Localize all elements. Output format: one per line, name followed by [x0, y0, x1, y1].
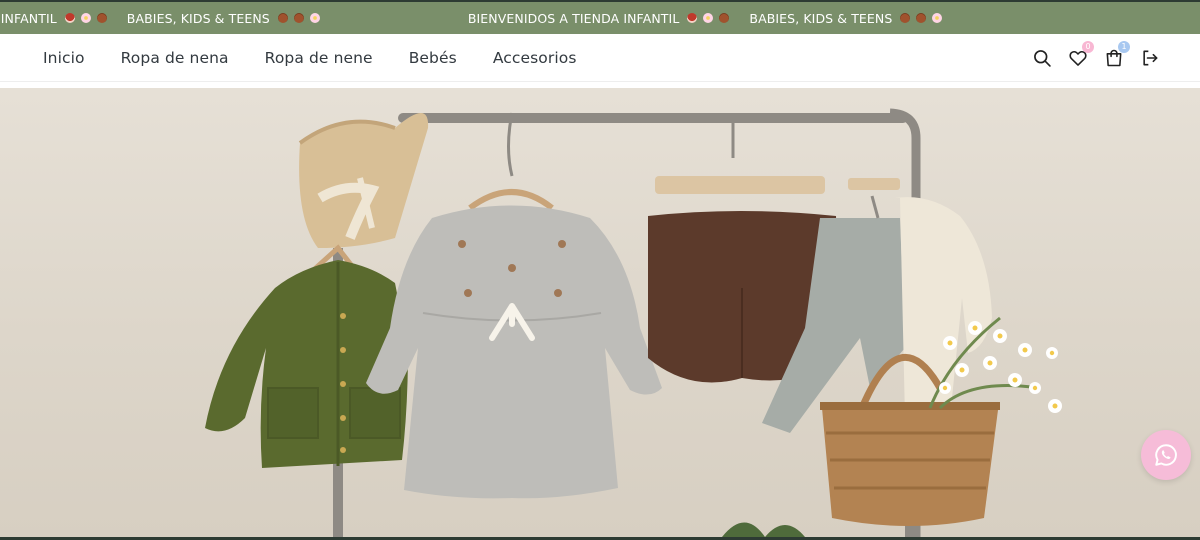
nav-item-ropa-de-nena[interactable]: Ropa de nena [121, 49, 229, 67]
straw-hat [298, 113, 429, 248]
succulent-plant [722, 522, 805, 537]
announcement-text: BIENVENIDOS A TIENDA INFANTIL [467, 10, 680, 26]
announcement-marquee: A INFANTIL BABIES, KIDS & TEENS BIENVENI… [0, 2, 962, 34]
flower-icon [309, 13, 320, 23]
whatsapp-button[interactable] [1141, 430, 1191, 480]
announcement-segment: BABIES, KIDS & TEENS [749, 11, 948, 26]
hero-banner[interactable] [0, 88, 1200, 537]
nav-item-accesorios[interactable]: Accesorios [493, 49, 577, 67]
search-button[interactable] [1032, 48, 1052, 68]
flower-icon [703, 13, 714, 23]
search-icon [1034, 50, 1051, 67]
mushroom-icon [687, 13, 698, 23]
whatsapp-icon [1155, 444, 1177, 466]
bear-icon [277, 13, 288, 23]
bear-icon [96, 13, 107, 23]
announcement-segment: BIENVENIDOS A TIENDA INFANTIL [468, 11, 736, 26]
announcement-text: BABIES, KIDS & TEENS [126, 10, 270, 26]
hero-image [205, 108, 1062, 537]
announcement-segment: BABIES, KIDS & TEENS [127, 11, 326, 26]
main-nav: Inicio Ropa de nena Ropa de nene Bebés A… [43, 34, 613, 82]
header-icons: 0 1 [1016, 34, 1160, 82]
nav-item-ropa-de-nene[interactable]: Ropa de nene [265, 49, 373, 67]
wishlist-button[interactable]: 0 [1068, 41, 1094, 68]
announcement-segment: A INFANTIL [0, 11, 113, 26]
announcement-bar: A INFANTIL BABIES, KIDS & TEENS BIENVENI… [0, 2, 1200, 34]
announcement-text: BABIES, KIDS & TEENS [749, 10, 893, 26]
bear-icon [719, 13, 730, 23]
nav-item-inicio[interactable]: Inicio [43, 49, 85, 67]
logout-icon [1143, 50, 1158, 66]
flower-icon [80, 13, 91, 23]
nav-item-bebes[interactable]: Bebés [409, 49, 457, 67]
bear-icon [916, 13, 927, 23]
announcement-text: A INFANTIL [0, 10, 57, 26]
cart-count-badge: 1 [1118, 41, 1130, 53]
flower-icon [932, 13, 943, 23]
site-header: Inicio Ropa de nena Ropa de nene Bebés A… [0, 34, 1200, 82]
cart-button[interactable]: 1 [1104, 41, 1130, 68]
mushroom-icon [64, 13, 75, 23]
wishlist-count-badge: 0 [1082, 41, 1094, 53]
bear-icon [900, 13, 911, 23]
logout-button[interactable] [1140, 48, 1160, 68]
bear-icon [293, 13, 304, 23]
